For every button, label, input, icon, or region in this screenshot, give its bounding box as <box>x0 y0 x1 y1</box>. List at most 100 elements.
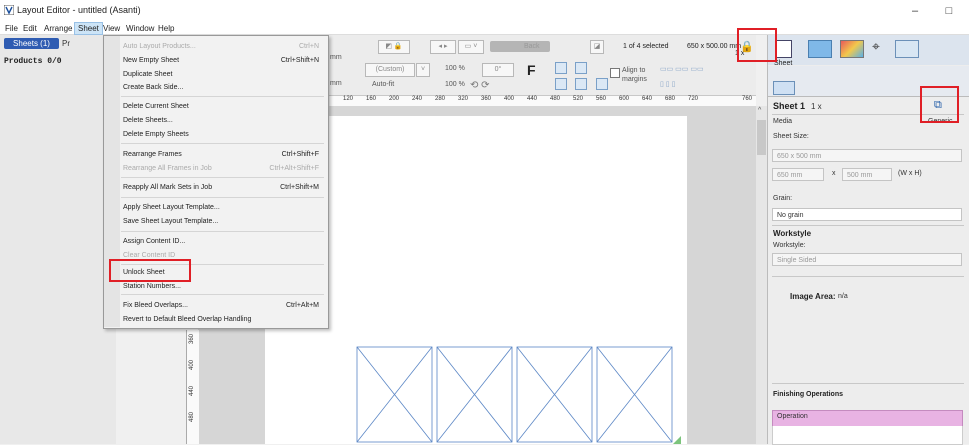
sheet-size-select[interactable]: 650 x 500 mm <box>772 149 962 162</box>
menu-arrange[interactable]: Arrange <box>41 23 75 34</box>
rotate-icons[interactable]: ⟲ ⟳ <box>470 80 490 91</box>
menu-item-rearrange-frames[interactable]: Rearrange Frames <box>123 150 182 159</box>
back-button-bg <box>490 41 550 52</box>
sheet-thumb-icon[interactable] <box>773 81 795 95</box>
products-count: Products 0/0 <box>4 57 62 66</box>
distribute-icon[interactable] <box>555 78 567 90</box>
menu-item-rearrange-all-frames[interactable]: Rearrange All Frames in Job <box>123 164 212 173</box>
zoom-value-2: 100 % <box>445 81 465 88</box>
edit-icon[interactable]: ◪ <box>590 40 604 54</box>
ruler-tick: 560 <box>596 96 607 102</box>
menu-sheet[interactable]: Sheet <box>74 22 103 35</box>
align-to-label: Align to <box>622 67 646 74</box>
width-field[interactable]: 650 mm <box>772 168 824 181</box>
grain-label: Grain: <box>773 195 793 202</box>
back-button[interactable]: Back <box>524 43 540 50</box>
tab-sheets[interactable]: Sheets (1) <box>4 38 59 49</box>
scrollbar-thumb[interactable] <box>757 120 766 155</box>
align-center-icon[interactable] <box>575 62 587 74</box>
frame-shape-select[interactable]: ▭ ˅ <box>458 40 484 54</box>
document-icon[interactable] <box>776 40 792 58</box>
ruler-tick: 440 <box>527 96 538 102</box>
ruler-tick: 160 <box>366 96 377 102</box>
lock-toggle[interactable]: ◩ 🔒 <box>378 40 410 54</box>
left-pane <box>0 35 116 444</box>
ruler-tick: 120 <box>343 96 354 102</box>
tab-products[interactable]: Pr <box>62 38 70 49</box>
divider <box>772 225 964 226</box>
crosshair-icon[interactable]: ⌖ <box>872 38 880 55</box>
distribute-v-icon[interactable] <box>575 78 587 90</box>
finishing-heading: Finishing Operations <box>773 391 844 398</box>
menu-file[interactable]: File <box>2 23 21 34</box>
maximize-button[interactable]: □ <box>934 2 964 20</box>
operation-label: Operation <box>777 413 808 420</box>
size-preset-select[interactable]: (Custom) <box>365 63 415 77</box>
nav-arrows[interactable]: ◂ ▸ <box>430 40 456 54</box>
menu-item-fix-bleed-overlaps[interactable]: Fix Bleed Overlaps... <box>123 301 188 310</box>
menu-item-assign-content-id[interactable]: Assign Content ID... <box>123 237 185 246</box>
spacing-icons[interactable]: ▭▭ ▭▭ ▭▭ <box>660 65 704 73</box>
menu-item-create-back-side[interactable]: Create Back Side... <box>123 83 183 92</box>
ruler-tick: 520 <box>573 96 584 102</box>
menu-view[interactable]: View <box>100 23 123 34</box>
shortcut: Ctrl+Alt+M <box>285 302 319 309</box>
shortcut: Ctrl+Shift+N <box>280 57 319 64</box>
ruler-tick: 600 <box>619 96 630 102</box>
autofit-checkbox[interactable]: Auto-fit <box>372 81 394 88</box>
menu-item-apply-template[interactable]: Apply Sheet Layout Template... <box>123 203 220 212</box>
menu-item-revert-bleed-overlap[interactable]: Revert to Default Bleed Overlap Handling <box>123 315 251 324</box>
operation-list[interactable] <box>772 426 963 445</box>
menu-item-delete-current-sheet[interactable]: Delete Current Sheet <box>123 102 189 111</box>
sheet-view-icon[interactable] <box>895 40 919 58</box>
unit-mm-1: mm <box>330 54 342 61</box>
unit-mm-2: mm <box>330 80 342 87</box>
margins-label: margins <box>622 76 647 83</box>
menu-separator <box>121 231 324 232</box>
menu-item-delete-sheets[interactable]: Delete Sheets... <box>123 116 173 125</box>
menu-item-save-template[interactable]: Save Sheet Layout Template... <box>123 217 218 226</box>
flip-icon[interactable]: F <box>527 62 536 78</box>
shortcut: Ctrl+Alt+Shift+F <box>269 165 319 172</box>
image-icon[interactable] <box>808 40 832 58</box>
menu-item-station-numbers[interactable]: Station Numbers... <box>123 282 181 291</box>
divider <box>772 383 964 384</box>
spacing-v-icons[interactable]: ▯ ▯ ▯ <box>660 80 675 88</box>
menu-item-auto-layout[interactable]: Auto Layout Products... <box>123 42 196 51</box>
chevron-down-icon[interactable]: ˅ <box>416 63 430 77</box>
x-label: x <box>832 170 836 177</box>
ruler-tick: 480 <box>550 96 561 102</box>
minimize-button[interactable]: – <box>900 2 930 20</box>
menu-item-delete-empty-sheets[interactable]: Delete Empty Sheets <box>123 130 189 139</box>
scroll-up-icon[interactable]: ^ <box>758 107 761 114</box>
menu-help[interactable]: Help <box>155 23 177 34</box>
menu-item-duplicate-sheet[interactable]: Duplicate Sheet <box>123 70 172 79</box>
shortcut: Ctrl+N <box>298 43 319 50</box>
color-palette-icon[interactable] <box>840 40 864 58</box>
workstyle-select[interactable]: Single Sided <box>772 253 962 266</box>
menu-window[interactable]: Window <box>123 23 157 34</box>
vertical-scrollbar[interactable] <box>756 106 767 444</box>
grain-select[interactable]: No grain <box>772 208 962 221</box>
menu-edit[interactable]: Edit <box>20 23 40 34</box>
align-to-margins-checkbox[interactable] <box>610 68 620 78</box>
highlight-unlock-sheet <box>109 259 191 282</box>
sheet-count: 1 x <box>811 102 822 111</box>
window-title: Layout Editor - untitled (Asanti) <box>17 5 141 15</box>
shortcut: Ctrl+Shift+M <box>280 184 319 191</box>
vruler-tick: 480 <box>189 411 196 423</box>
vruler-tick: 440 <box>189 385 196 397</box>
title-bar <box>0 0 969 22</box>
ruler-tick: 240 <box>412 96 423 102</box>
ruler-tick: 760 <box>742 96 753 102</box>
distribute-h-icon[interactable] <box>596 78 608 90</box>
product-frames[interactable] <box>355 345 681 444</box>
image-area-label: Image Area: <box>790 292 836 301</box>
ruler-tick: 320 <box>458 96 469 102</box>
rotation-select[interactable]: 0° <box>482 63 514 77</box>
align-left-icon[interactable] <box>555 62 567 74</box>
menu-item-reapply-mark-sets[interactable]: Reapply All Mark Sets in Job <box>123 183 212 192</box>
height-field[interactable]: 500 mm <box>842 168 892 181</box>
wxh-label: (W x H) <box>898 170 922 177</box>
menu-item-new-empty-sheet[interactable]: New Empty Sheet <box>123 56 179 65</box>
